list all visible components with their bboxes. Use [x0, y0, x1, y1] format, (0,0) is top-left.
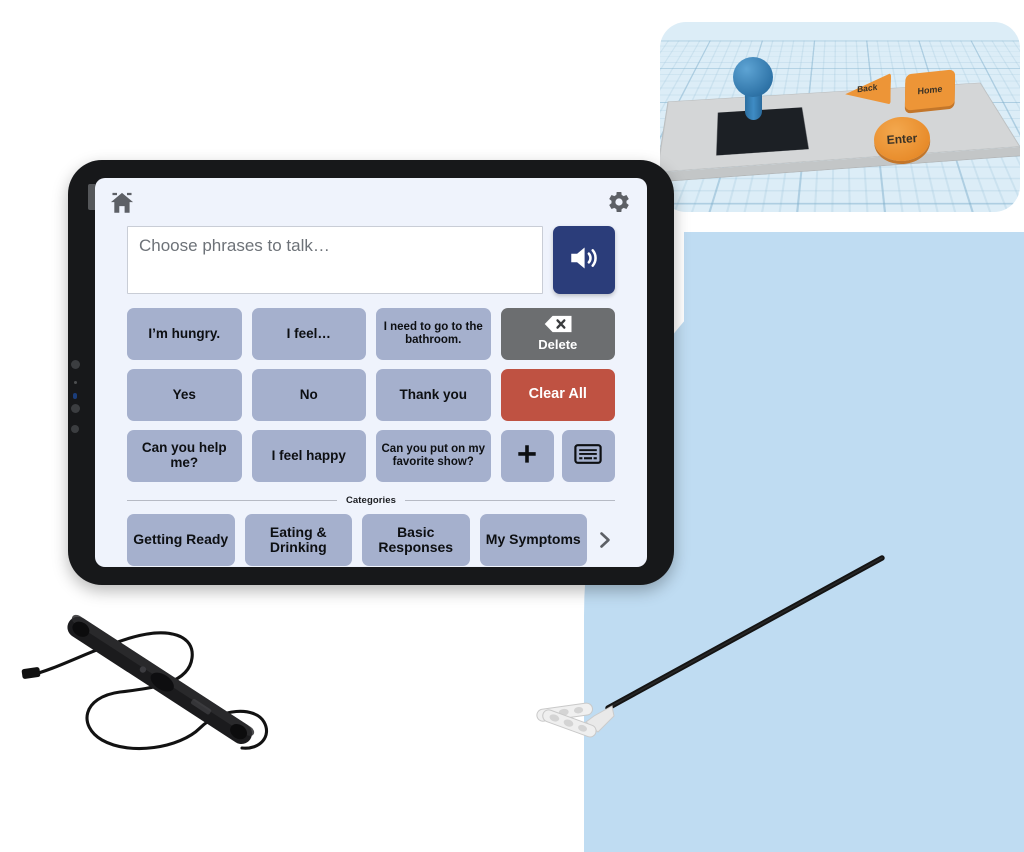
gear-icon[interactable] [605, 188, 633, 216]
speak-button[interactable] [553, 226, 615, 294]
app-topbar [95, 178, 647, 226]
phrase-button-favorite-show[interactable]: Can you put on my favorite show? [376, 430, 491, 482]
adaptive-switch-device-render [660, 22, 1020, 212]
device-home-label: Home [917, 84, 942, 97]
backspace-icon [543, 315, 573, 337]
phrase-button-no[interactable]: No [252, 369, 367, 421]
delete-button[interactable]: Delete [501, 308, 616, 360]
plus-icon [515, 442, 539, 470]
categories-label: Categories [346, 495, 396, 506]
tablet-indicator-light [73, 393, 77, 399]
tablet-port-2 [71, 404, 80, 413]
categories-divider: Categories [127, 495, 615, 506]
phrase-button-hungry[interactable]: I’m hungry. [127, 308, 242, 360]
tablet-screen: Choose phrases to talk… I’m hungry. I fe… [95, 178, 647, 567]
category-button-eating-drinking[interactable]: Eating & Drinking [245, 514, 353, 566]
divider-line-left [127, 500, 337, 501]
tablet-port-speck [74, 381, 77, 384]
category-button-getting-ready[interactable]: Getting Ready [127, 514, 235, 566]
device-home-button[interactable]: Home [905, 69, 955, 110]
tablet-port-3 [71, 425, 79, 433]
device-enter-label: Enter [886, 131, 918, 147]
tablet-side-accessory-tab [88, 184, 95, 210]
compose-row: Choose phrases to talk… [95, 226, 647, 294]
add-phrase-button[interactable] [501, 430, 554, 482]
keyboard-button[interactable] [562, 430, 615, 482]
action-button-pair [501, 430, 616, 482]
phrase-button-bathroom[interactable]: I need to go to the bathroom. [376, 308, 491, 360]
phrase-grid: I’m hungry. I feel… I need to go to the … [127, 308, 615, 482]
categories-row: Getting Ready Eating & Drinking Basic Re… [127, 514, 615, 566]
cable-and-switch-device [20, 588, 300, 763]
phrase-button-yes[interactable]: Yes [127, 369, 242, 421]
home-icon[interactable] [109, 190, 135, 216]
keyboard-icon [574, 443, 602, 469]
phrase-button-help-me[interactable]: Can you help me? [127, 430, 242, 482]
phrase-button-i-feel-happy[interactable]: I feel happy [252, 430, 367, 482]
clear-all-button[interactable]: Clear All [501, 369, 616, 421]
joystick-base-pad [716, 107, 808, 155]
tablet-device: Choose phrases to talk… I’m hungry. I fe… [68, 160, 674, 585]
phrase-button-thank-you[interactable]: Thank you [376, 369, 491, 421]
joystick-knob [733, 57, 773, 97]
divider-line-right [405, 500, 615, 501]
delete-button-label: Delete [538, 338, 577, 352]
device-back-button[interactable]: Back [845, 73, 891, 110]
tablet-port-1 [71, 360, 80, 369]
chevron-right-icon[interactable] [595, 528, 615, 552]
category-button-basic-responses[interactable]: Basic Responses [362, 514, 470, 566]
speaker-volume-icon [566, 240, 602, 281]
phrase-input[interactable]: Choose phrases to talk… [127, 226, 543, 294]
phrase-button-i-feel[interactable]: I feel… [252, 308, 367, 360]
category-button-my-symptoms[interactable]: My Symptoms [480, 514, 588, 566]
